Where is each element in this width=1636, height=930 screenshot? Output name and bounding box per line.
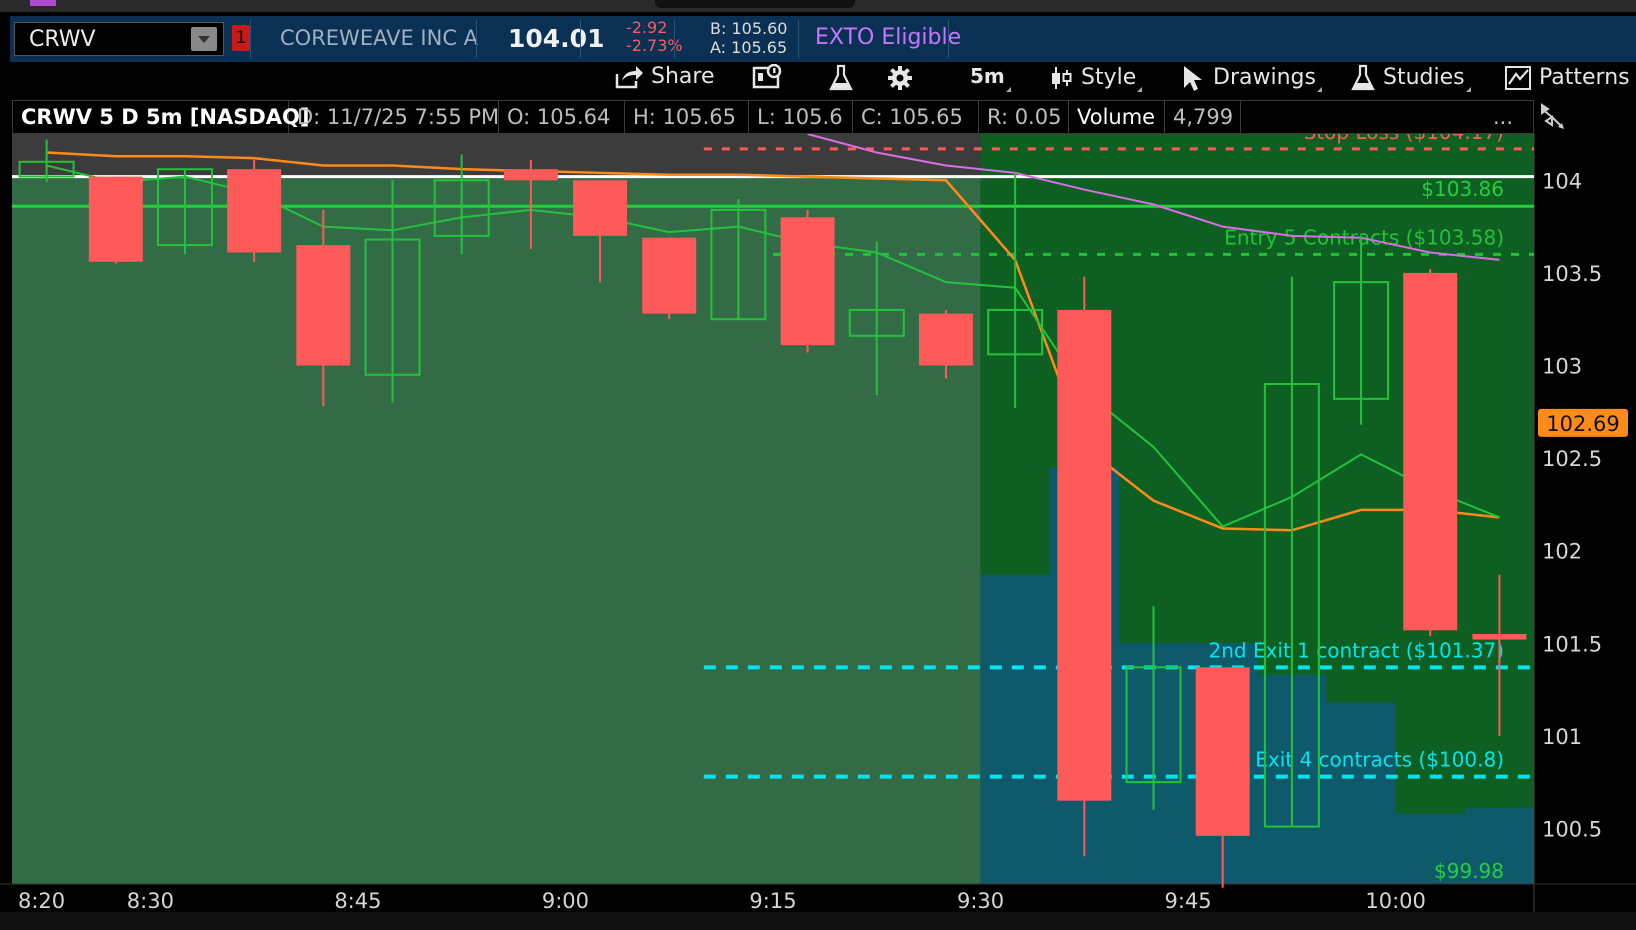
header-divider xyxy=(948,20,949,58)
drawings-label: Drawings xyxy=(1213,65,1316,90)
flask-button[interactable] xyxy=(828,64,854,94)
price-tick-label: 102.5 xyxy=(1542,447,1602,471)
flask-icon xyxy=(829,64,853,91)
chart-info-bar: CRWV 5 D 5m [NASDAQ] D: 11/7/25 7:55 PM … xyxy=(12,100,1534,134)
candle[interactable] xyxy=(780,217,835,346)
price-level-label: Stop Loss ($104.17) xyxy=(1304,134,1504,144)
share-label: Share xyxy=(651,64,715,89)
candle[interactable] xyxy=(503,169,558,181)
bar-range: R: 0.05 xyxy=(979,101,1069,133)
candle[interactable] xyxy=(227,169,282,253)
header-divider xyxy=(476,20,477,58)
symbol-input[interactable]: CRWV xyxy=(29,27,96,52)
timeframe-label: 5m xyxy=(970,64,1005,88)
symbol-selector[interactable]: CRWV xyxy=(14,22,224,56)
candle[interactable] xyxy=(1403,272,1458,631)
top-tab-marker[interactable] xyxy=(30,0,56,6)
crosshair-arrows-icon xyxy=(1541,103,1564,129)
link-group-badge[interactable]: 1 xyxy=(232,25,250,51)
bar-date: D: 11/7/25 7:55 PM xyxy=(289,101,499,133)
bar-close: C: 105.65 xyxy=(853,101,979,133)
candle[interactable] xyxy=(1472,634,1527,640)
screenshot-icon xyxy=(752,63,782,89)
volume-label: Volume xyxy=(1069,101,1165,133)
ask-price: A: 105.65 xyxy=(710,38,788,57)
price-level-label: 2nd Exit 1 contract ($101.37) xyxy=(1209,638,1505,662)
time-tick-label: 8:30 xyxy=(127,889,174,912)
chart-title: CRWV 5 D 5m [NASDAQ] xyxy=(13,101,309,133)
share-button[interactable]: Share xyxy=(614,64,715,94)
time-tick-label: 9:45 xyxy=(1165,889,1212,912)
price-tick-label: 101.5 xyxy=(1542,632,1602,656)
bar-open: O: 105.64 xyxy=(499,101,625,133)
price-tick-label: 103.5 xyxy=(1542,262,1602,286)
settings-button[interactable] xyxy=(886,64,914,94)
window-top-strip xyxy=(0,0,1636,12)
price-tick-label: 102 xyxy=(1542,540,1582,564)
price-level-label: 1st Exit 4 contracts ($100.8) xyxy=(1218,748,1504,772)
price-tick-label: 104 xyxy=(1542,169,1582,193)
header-divider xyxy=(250,20,251,58)
gear-icon xyxy=(888,66,912,90)
top-tab-active[interactable] xyxy=(655,0,855,8)
studies-menu[interactable]: Studies xyxy=(1350,64,1471,94)
candle[interactable] xyxy=(573,180,628,236)
timeframe-selector[interactable]: 5m xyxy=(970,64,1011,94)
more-studies-button[interactable]: ... xyxy=(1241,101,1533,133)
quote-header: CRWV 1 COREWEAVE INC A 104.01 -2.92 -2.7… xyxy=(10,16,1636,62)
candle-style-icon xyxy=(1052,67,1072,89)
style-label: Style xyxy=(1081,65,1137,90)
volume-bar xyxy=(980,574,1050,884)
snapshot-button[interactable] xyxy=(752,63,784,94)
patterns-icon xyxy=(1505,66,1531,90)
studies-flask-icon xyxy=(1351,64,1375,91)
company-name: COREWEAVE INC A xyxy=(280,26,479,50)
header-divider xyxy=(580,20,581,58)
bid-ask: B: 105.60 A: 105.65 xyxy=(710,19,787,57)
patterns-label: Patterns xyxy=(1539,65,1630,90)
price-chart[interactable]: Stop Loss ($104.17)$103.86Entry 5 Contra… xyxy=(0,134,1636,912)
cursor-mode-button[interactable] xyxy=(1520,101,1578,133)
bid-price: B: 105.60 xyxy=(710,19,788,38)
time-tick-label: 8:45 xyxy=(334,889,381,912)
last-price: 104.01 xyxy=(508,24,605,53)
price-tick-label: 103 xyxy=(1542,354,1582,378)
cursor-icon xyxy=(1184,66,1202,91)
patterns-menu[interactable]: Patterns xyxy=(1504,64,1630,94)
candle[interactable] xyxy=(296,245,351,366)
share-icon xyxy=(615,66,643,89)
chart-toolbar: Share 5m Style Drawings Studies Patterns xyxy=(10,62,1636,96)
candle[interactable] xyxy=(88,176,143,262)
header-divider xyxy=(674,20,675,58)
studies-label: Studies xyxy=(1383,65,1465,90)
bar-low: L: 105.6 xyxy=(749,101,853,133)
time-tick-label: 9:30 xyxy=(957,889,1004,912)
time-tick-label: 10:00 xyxy=(1365,889,1426,912)
chart-bottom-bar xyxy=(0,912,1636,930)
candle[interactable] xyxy=(1195,667,1250,836)
last-price-marker-label: 102.69 xyxy=(1546,412,1619,436)
exto-eligible-badge[interactable]: EXTO Eligible xyxy=(815,25,961,50)
price-tick-label: 100.5 xyxy=(1542,817,1602,841)
candle[interactable] xyxy=(918,313,973,366)
bar-high: H: 105.65 xyxy=(625,101,749,133)
volume-bar xyxy=(1326,702,1396,884)
time-tick-label: 8:20 xyxy=(18,889,65,912)
price-tick-label: 101 xyxy=(1542,725,1582,749)
drawings-menu[interactable]: Drawings xyxy=(1180,64,1322,94)
bar-volume: 4,799 xyxy=(1165,101,1241,133)
time-tick-label: 9:00 xyxy=(542,889,589,912)
bottom-price-label: $99.98 xyxy=(1434,859,1504,883)
candle[interactable] xyxy=(1057,309,1112,801)
symbol-dropdown-icon[interactable] xyxy=(191,27,217,51)
style-menu[interactable]: Style xyxy=(1048,64,1143,94)
header-divider xyxy=(798,20,799,58)
candle[interactable] xyxy=(642,237,697,314)
time-tick-label: 9:15 xyxy=(749,889,796,912)
price-level-label: $103.86 xyxy=(1421,177,1504,201)
